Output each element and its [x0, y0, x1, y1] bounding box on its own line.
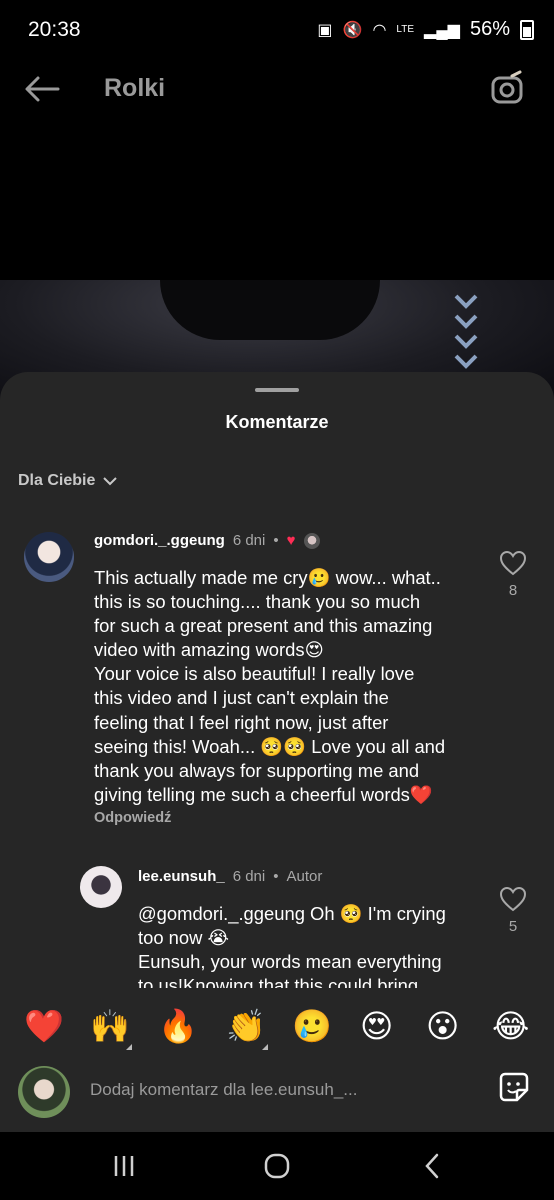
status-bar: 20:38 ▣ 🔇 ◠ LTE ▂▄▆ 56% [0, 0, 554, 58]
user-avatar [18, 1066, 70, 1118]
comment-username[interactable]: gomdori._.ggeung [94, 532, 225, 549]
battery-percent: 56% [469, 18, 510, 40]
emoji-clapping[interactable]: 👏 [226, 1006, 266, 1046]
camera-button[interactable] [488, 70, 528, 110]
comment-input[interactable] [90, 1076, 470, 1104]
skin-tone-indicator [126, 1044, 132, 1050]
like-heart-icon[interactable] [499, 550, 527, 576]
sheet-handle[interactable] [255, 388, 299, 392]
comment-time: 6 dni [232, 532, 266, 549]
video-pattern [454, 294, 478, 369]
battery-icon [520, 19, 534, 40]
comment-meta: lee.eunsuh_ 6 dni • Autor [138, 868, 322, 885]
comment-text: This actually made me cry🥲 wow... what..… [94, 567, 446, 805]
like-count: 5 [508, 918, 518, 935]
sort-label: Dla Ciebie [18, 472, 96, 489]
recent-apps-icon [114, 1156, 134, 1176]
sort-dropdown[interactable]: Dla Ciebie [18, 472, 118, 490]
back-button[interactable] [22, 72, 62, 106]
arrow-left-icon [25, 76, 60, 102]
sheet-title: Komentarze [225, 412, 329, 432]
comment-text: @gomdori._.ggeung Oh 🥺 I'm crying too no… [138, 903, 446, 997]
separator-dot: • [273, 868, 279, 885]
signal-icon: ▂▄▆ [424, 21, 460, 39]
recent-apps-button[interactable] [104, 1150, 144, 1182]
author-badge: Autor [286, 868, 323, 885]
liked-by-avatar [303, 532, 320, 549]
emoji-tears-of-joy[interactable]: 😂 [492, 1006, 529, 1046]
like-count: 8 [508, 582, 518, 599]
page-title: Rolki [104, 74, 166, 102]
avatar[interactable] [24, 532, 74, 582]
sticker-button[interactable] [497, 1070, 531, 1104]
emoji-smiling-tear[interactable]: 🥲 [292, 1006, 332, 1046]
emoji-raised-hands[interactable]: 🙌 [90, 1006, 130, 1046]
comment-time: 6 dni [232, 868, 266, 885]
emoji-fire[interactable]: 🔥 [158, 1006, 198, 1046]
emoji-surprised[interactable]: 😮 [426, 1006, 459, 1046]
wifi-icon: ◠ [372, 21, 387, 39]
system-nav-bar [0, 1132, 554, 1200]
back-chevron-icon [425, 1153, 439, 1179]
back-nav-button[interactable] [413, 1150, 453, 1182]
reply-button[interactable]: Odpowiedź [94, 810, 171, 826]
comment-username[interactable]: lee.eunsuh_ [138, 868, 225, 885]
skin-tone-indicator [262, 1044, 268, 1050]
like-heart-icon[interactable] [499, 886, 527, 912]
top-bar: Rolki [0, 58, 554, 122]
separator-dot: • [273, 532, 279, 549]
status-time: 20:38 [28, 18, 81, 41]
video-figure [160, 280, 380, 340]
sticker-icon [499, 1072, 529, 1102]
avatar[interactable] [80, 866, 122, 908]
comment-meta: gomdori._.ggeung 6 dni • ♥ [94, 532, 320, 549]
emoji-heart[interactable]: ❤️ [24, 1006, 64, 1046]
mute-icon: 🔇 [342, 21, 363, 39]
status-icons: ▣ 🔇 ◠ LTE ▂▄▆ 56% [317, 18, 534, 41]
home-button[interactable] [257, 1150, 297, 1182]
home-icon [264, 1153, 290, 1179]
chevron-down-icon [103, 477, 118, 486]
network-label: LTE [396, 24, 415, 35]
comment-input-row [0, 1060, 554, 1132]
emoji-heart-eyes[interactable]: 😍 [360, 1006, 393, 1046]
heart-icon: ♥ [286, 532, 296, 549]
camera-icon [491, 70, 523, 104]
notification-icon: ▣ [317, 21, 333, 39]
emoji-bar: ❤️ 🙌 🔥 👏 🥲 😍 😮 😂 [0, 988, 554, 1068]
